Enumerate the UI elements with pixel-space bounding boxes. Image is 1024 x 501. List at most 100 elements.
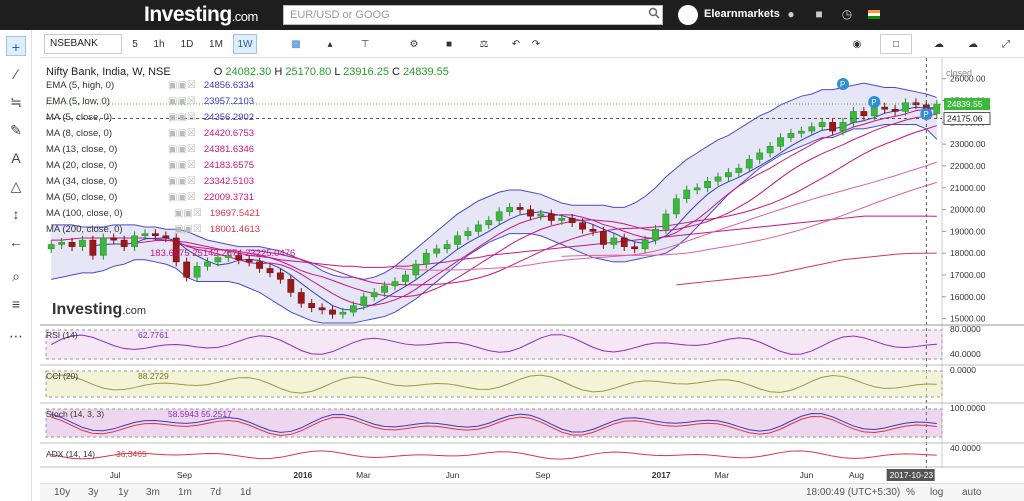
candle-body bbox=[110, 237, 118, 241]
candle-body bbox=[277, 272, 284, 280]
time-readout: 18:00:49 (UTC+5:30) bbox=[806, 487, 901, 498]
closed-label: closed bbox=[946, 68, 973, 78]
overlay-value: 24856.6334 bbox=[203, 80, 255, 91]
candle-body bbox=[579, 222, 586, 230]
interval-1h[interactable]: 1h bbox=[148, 34, 170, 54]
text-tool-icon[interactable]: A bbox=[6, 148, 26, 168]
overlay-label: MA (20, close, 0) bbox=[46, 160, 118, 171]
redo-icon[interactable]: ↷ bbox=[526, 34, 546, 54]
crosshair-icon[interactable]: + bbox=[6, 36, 26, 56]
y-tick-label: 19000.00 bbox=[950, 226, 986, 236]
overlay-row[interactable]: MA (200, close, 0) ▣▣☒ 18001.4613 bbox=[46, 222, 449, 238]
candles-icon[interactable]: ▩ bbox=[286, 34, 306, 54]
candle-body bbox=[933, 103, 941, 114]
undo-icon[interactable]: ↶ bbox=[506, 34, 526, 54]
brush-icon[interactable]: ✎ bbox=[6, 120, 26, 140]
india-flag-icon[interactable] bbox=[868, 10, 880, 19]
overlay-settings-icon[interactable]: ▣▣☒ bbox=[168, 80, 196, 91]
overlay-row[interactable]: MA (5, close, 0) ▣▣☒ 24356.2902 bbox=[46, 110, 449, 126]
overlay-row[interactable]: MA (8, close, 0) ▣▣☒ 24420.6753 bbox=[46, 126, 449, 142]
scale-auto[interactable]: auto bbox=[962, 487, 981, 498]
overlay-settings-icon[interactable]: ▣▣☒ bbox=[168, 160, 196, 171]
candle-body bbox=[787, 133, 795, 138]
interval-1w[interactable]: 1W bbox=[233, 34, 257, 54]
overlay-row[interactable]: MA (13, close, 0) ▣▣☒ 24381.6346 bbox=[46, 142, 449, 158]
overlay-row[interactable]: MA (34, close, 0) ▣▣☒ 23342.5103 bbox=[46, 174, 449, 190]
range-3m[interactable]: 3m bbox=[146, 487, 160, 498]
overlay-settings-icon[interactable]: ▣▣☒ bbox=[174, 224, 202, 235]
overlay-settings-icon[interactable]: ▣▣☒ bbox=[168, 112, 196, 123]
scale-log[interactable]: log bbox=[930, 487, 943, 498]
overlay-row[interactable]: MA (50, close, 0) ▣▣☒ 22009.3731 bbox=[46, 190, 449, 206]
range-7d[interactable]: 7d bbox=[210, 487, 221, 498]
camera-icon[interactable]: ◉ bbox=[846, 34, 868, 54]
overlay-row[interactable]: MA (20, close, 0) ▣▣☒ 24183.6575 bbox=[46, 158, 449, 174]
overlay-settings-icon[interactable]: ▣▣☒ bbox=[168, 192, 196, 203]
overlay-value: 24381.6346 bbox=[203, 144, 255, 155]
candle-body bbox=[672, 198, 680, 215]
symbol-input[interactable]: NSEBANK bbox=[44, 34, 122, 54]
legend-high: 25170.80 bbox=[285, 66, 332, 78]
scale-percent[interactable]: % bbox=[906, 487, 915, 498]
overlay-settings-icon[interactable]: ▣▣☒ bbox=[168, 176, 196, 187]
ruler-icon[interactable]: ≡ bbox=[6, 294, 26, 314]
range-1d[interactable]: 1d bbox=[240, 487, 251, 498]
x-tick-label: 2017-10-23 bbox=[890, 470, 934, 480]
color-dropdown[interactable]: □ bbox=[880, 34, 912, 54]
candle-body bbox=[58, 242, 66, 245]
interval-1m[interactable]: 1M bbox=[204, 34, 228, 54]
range-3y[interactable]: 3y bbox=[88, 487, 99, 498]
candle-body bbox=[99, 237, 107, 256]
range-1y[interactable]: 1y bbox=[118, 487, 129, 498]
pattern-icon[interactable]: △ bbox=[6, 176, 26, 196]
indicator-icon[interactable]: ⊤ bbox=[354, 34, 376, 54]
candle-body bbox=[745, 159, 753, 169]
zoom-icon[interactable]: ⌕ bbox=[6, 266, 26, 286]
indicator-tick-label: 40.0000 bbox=[950, 443, 981, 453]
indicator-tick-label: 100.0000 bbox=[950, 403, 986, 413]
overlay-row[interactable]: EMA (5, low, 0) ▣▣☒ 23957.2103 bbox=[46, 94, 449, 110]
candle-body bbox=[89, 239, 97, 256]
candle-body bbox=[433, 248, 441, 254]
overlay-settings-icon[interactable]: ▣▣☒ bbox=[168, 96, 196, 107]
overlay-row[interactable]: MA (100, close, 0) ▣▣☒ 19697.5421 bbox=[46, 206, 449, 222]
balance-icon[interactable]: ⚖ bbox=[474, 34, 494, 54]
range-10y[interactable]: 10y bbox=[54, 487, 70, 498]
crosshair-price-label: 24175.06 bbox=[947, 114, 983, 124]
x-tick-label: Mar bbox=[714, 470, 729, 480]
interval-1d[interactable]: 1D bbox=[176, 34, 198, 54]
more-options-icon[interactable]: ⋯ bbox=[6, 326, 26, 346]
overlay-settings-icon[interactable]: ▣▣☒ bbox=[168, 128, 196, 139]
cloud-download-icon[interactable]: ☁ bbox=[926, 34, 952, 54]
range-1m[interactable]: 1m bbox=[178, 487, 192, 498]
candle-body bbox=[297, 292, 305, 304]
chart-area[interactable]: 15000.00 16000.00 17000.00 18000.00 19000.00… bbox=[40, 58, 1024, 483]
overlay-settings-icon[interactable]: ▣▣☒ bbox=[168, 144, 196, 155]
investing-logo[interactable]: Investing.com bbox=[144, 3, 258, 27]
x-tick-label: Mar bbox=[356, 470, 371, 480]
drawing-tools-sidebar: + ∕ ≒ ✎ A △ ↕ ← ⌕ ≡ ⋯ bbox=[0, 30, 32, 501]
fibonacci-icon[interactable]: ≒ bbox=[6, 92, 26, 112]
overlay-label: EMA (5, high, 0) bbox=[46, 80, 115, 91]
clock-icon[interactable]: ◷ bbox=[840, 7, 854, 21]
fullscreen-icon[interactable]: ⤢ bbox=[996, 34, 1016, 54]
overlay-settings-icon[interactable]: ▣▣☒ bbox=[174, 208, 202, 219]
bell-icon[interactable]: ● bbox=[784, 7, 798, 21]
gear-icon[interactable]: ⚙ bbox=[404, 34, 424, 54]
trend-line-icon[interactable]: ∕ bbox=[6, 64, 26, 84]
compare-icon[interactable]: ■ bbox=[438, 34, 460, 54]
avatar[interactable] bbox=[678, 5, 698, 25]
candle-body bbox=[329, 309, 336, 315]
interval-5[interactable]: 5 bbox=[124, 34, 146, 54]
briefcase-icon[interactable]: ■ bbox=[812, 7, 826, 21]
search-icon[interactable] bbox=[648, 7, 660, 19]
cloud-upload-icon[interactable]: ☁ bbox=[960, 34, 986, 54]
overlay-row[interactable]: EMA (5, high, 0) ▣▣☒ 24856.6334 bbox=[46, 78, 449, 94]
measure-icon[interactable]: ↕ bbox=[6, 204, 26, 224]
candle-body bbox=[693, 187, 701, 191]
user-name-label[interactable]: Elearnmarkets bbox=[704, 8, 780, 20]
candle-body bbox=[318, 307, 326, 311]
area-chart-icon[interactable]: ▴ bbox=[320, 34, 340, 54]
search-input[interactable]: EUR/USD or GOOG bbox=[283, 5, 663, 25]
back-arrow-icon[interactable]: ← bbox=[6, 232, 26, 252]
